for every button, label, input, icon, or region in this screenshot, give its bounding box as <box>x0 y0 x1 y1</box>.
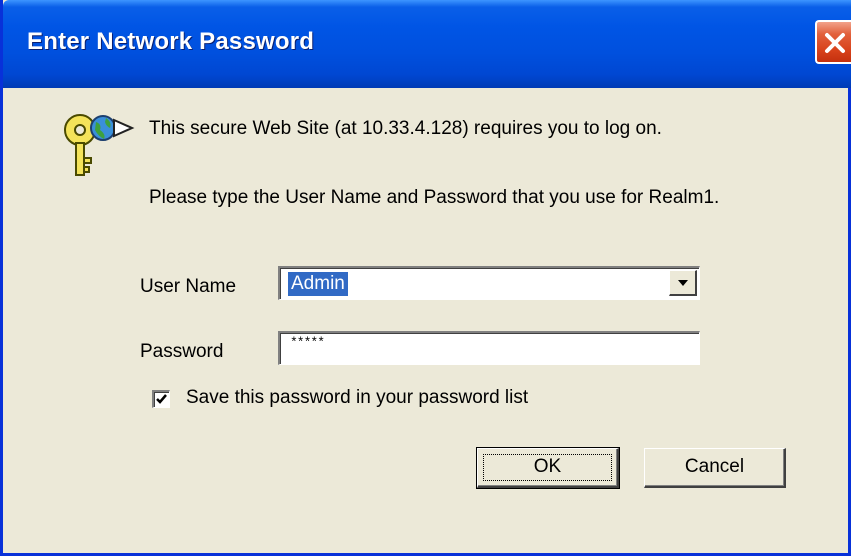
username-combobox[interactable]: Admin <box>278 266 700 300</box>
password-input[interactable]: ***** <box>290 335 325 350</box>
cancel-button[interactable]: Cancel <box>644 448 786 488</box>
site-message: This secure Web Site (at 10.33.4.128) re… <box>149 118 662 139</box>
username-input[interactable]: Admin <box>288 272 348 296</box>
password-label: Password <box>140 341 224 362</box>
key-globe-icon <box>64 114 135 176</box>
close-icon <box>825 33 845 53</box>
ok-button[interactable]: OK <box>476 447 620 489</box>
chevron-down-icon <box>678 280 688 286</box>
save-password-checkbox[interactable] <box>152 390 170 408</box>
window-title: Enter Network Password <box>27 28 315 55</box>
checkmark-icon <box>156 394 167 404</box>
password-field[interactable]: ***** <box>278 331 700 365</box>
network-password-dialog: Enter Network Password This secure Web S… <box>0 0 851 556</box>
username-dropdown-button[interactable] <box>669 270 697 296</box>
save-password-label[interactable]: Save this password in your password list <box>186 387 528 409</box>
dialog-body: This secure Web Site (at 10.33.4.128) re… <box>6 88 851 553</box>
focus-rectangle <box>483 454 612 481</box>
cancel-button-label: Cancel <box>684 456 745 477</box>
close-button[interactable] <box>815 20 851 64</box>
username-label: User Name <box>140 276 237 297</box>
titlebar[interactable]: Enter Network Password <box>3 0 851 88</box>
realm-message: Please type the User Name and Password t… <box>149 187 720 208</box>
